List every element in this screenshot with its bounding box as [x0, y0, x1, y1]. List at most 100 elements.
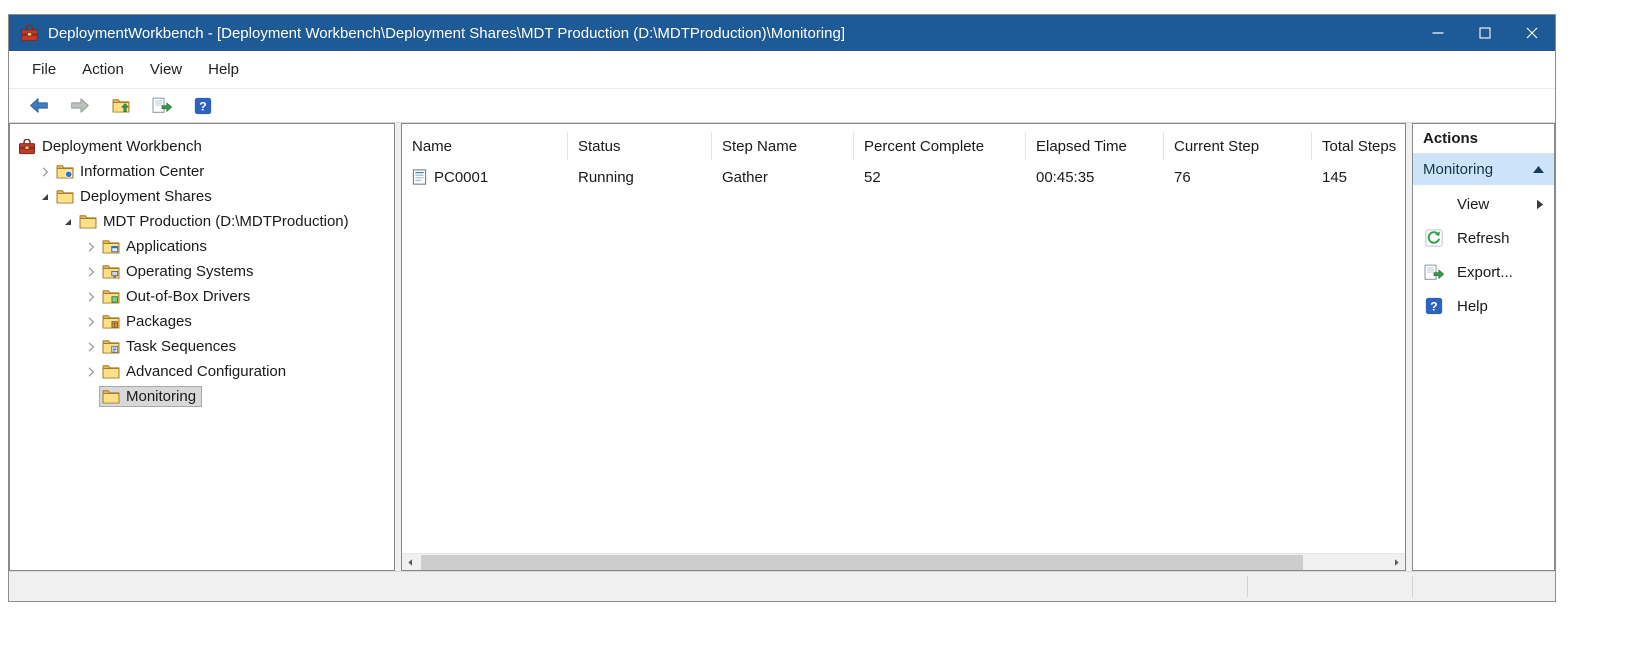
status-bar-separator — [1412, 576, 1413, 597]
cell-value: Running — [578, 169, 634, 186]
scroll-track[interactable] — [419, 554, 1388, 571]
toolbar-help-button[interactable]: ? — [187, 92, 219, 120]
action-export[interactable]: Export... — [1413, 255, 1554, 289]
tree-item-monitoring[interactable]: Monitoring — [10, 384, 394, 409]
action-label: Refresh — [1457, 230, 1546, 247]
tree-item-information-center[interactable]: Information Center — [10, 159, 394, 184]
cell-value: 00:45:35 — [1036, 169, 1094, 186]
toolbar-forward-button[interactable] — [64, 92, 96, 120]
column-header-percent-complete[interactable]: Percent Complete — [854, 132, 1026, 160]
results-pane: NameStatusStep NamePercent CompleteElaps… — [401, 123, 1406, 571]
maximize-button[interactable] — [1461, 15, 1508, 51]
tree-collapsed-chevron-icon[interactable] — [81, 289, 100, 305]
folder-drivers-icon — [102, 289, 123, 305]
column-header-status[interactable]: Status — [568, 132, 712, 160]
column-header-current-step[interactable]: Current Step — [1164, 132, 1312, 160]
folder-info-icon — [56, 164, 77, 180]
tree-node: Task Sequences — [100, 337, 241, 356]
app-icon — [19, 24, 39, 42]
export-icon — [1423, 262, 1445, 282]
scroll-left-button[interactable] — [402, 554, 419, 571]
title-bar[interactable]: DeploymentWorkbench - [Deployment Workbe… — [9, 15, 1555, 51]
tree-item-label: Out-of-Box Drivers — [123, 288, 250, 305]
tree-item-operating-systems[interactable]: Operating Systems — [10, 259, 394, 284]
up-folder-icon — [112, 98, 130, 113]
triangle-right-icon — [1536, 199, 1546, 210]
cell-status: Running — [568, 169, 712, 186]
list-row[interactable]: PC0001RunningGather5200:45:3576145 — [402, 162, 1405, 192]
menu-action[interactable]: Action — [69, 61, 137, 78]
log-document-icon — [412, 169, 427, 185]
actions-pane-title: Actions — [1413, 124, 1554, 154]
console-tree-pane: Deployment WorkbenchInformation Center De… — [9, 123, 395, 571]
action-icon-spacer — [1423, 194, 1445, 214]
cell-current-step: 76 — [1164, 169, 1312, 186]
toolbar-back-button[interactable] — [23, 92, 55, 120]
action-view[interactable]: View — [1413, 187, 1554, 221]
column-header-step-name[interactable]: Step Name — [712, 132, 854, 160]
tree-item-applications[interactable]: Applications — [10, 234, 394, 259]
tree-item-out-of-box-drivers[interactable]: Out-of-Box Drivers — [10, 284, 394, 309]
close-button[interactable] — [1508, 15, 1555, 51]
tree-item-label: Task Sequences — [123, 338, 236, 355]
content-area: Deployment WorkbenchInformation Center De… — [9, 123, 1555, 571]
toolbar-export-list-button[interactable] — [146, 92, 178, 120]
tree-node: Out-of-Box Drivers — [100, 287, 255, 306]
cell-total-steps: 145 — [1312, 169, 1405, 186]
maximize-icon — [1479, 27, 1491, 39]
menu-file[interactable]: File — [19, 61, 69, 78]
close-icon — [1526, 27, 1538, 39]
list-header: NameStatusStep NamePercent CompleteElaps… — [402, 132, 1405, 160]
action-label: View — [1457, 196, 1536, 213]
minimize-button[interactable] — [1414, 15, 1461, 51]
export-icon — [152, 97, 173, 114]
menu-view[interactable]: View — [137, 61, 195, 78]
folder-apps-icon — [102, 239, 123, 255]
tree-collapsed-chevron-icon[interactable] — [81, 314, 100, 330]
tree-collapsed-chevron-icon[interactable] — [35, 164, 54, 180]
scroll-thumb[interactable] — [421, 555, 1303, 570]
tree-item-deployment-workbench[interactable]: Deployment Workbench — [10, 134, 394, 159]
cell-value: Gather — [722, 169, 768, 186]
back-arrow-icon — [29, 97, 49, 114]
status-bar — [9, 571, 1555, 601]
horizontal-scrollbar[interactable] — [402, 553, 1405, 570]
action-help[interactable]: ?Help — [1413, 289, 1554, 323]
tree-item-packages[interactable]: Packages — [10, 309, 394, 334]
tree-item-task-sequences[interactable]: Task Sequences — [10, 334, 394, 359]
menu-help[interactable]: Help — [195, 61, 252, 78]
column-header-elapsed-time[interactable]: Elapsed Time — [1026, 132, 1164, 160]
cell-elapsed-time: 00:45:35 — [1026, 169, 1164, 186]
actions-group-collapse-icon[interactable] — [1533, 166, 1544, 173]
forward-arrow-icon — [70, 97, 90, 114]
tree-expanded-chevron-icon[interactable] — [35, 189, 54, 205]
tree-collapsed-chevron-icon[interactable] — [81, 364, 100, 380]
tree-collapsed-chevron-icon[interactable] — [81, 239, 100, 255]
action-refresh[interactable]: Refresh — [1413, 221, 1554, 255]
tree-item-label: Advanced Configuration — [123, 363, 286, 380]
tree-item-label: MDT Production (D:\MDTProduction) — [100, 213, 349, 230]
actions-group-header-monitoring[interactable]: Monitoring — [1413, 154, 1554, 185]
tree-item-deployment-shares[interactable]: Deployment Shares — [10, 184, 394, 209]
tree-expanded-chevron-icon[interactable] — [58, 214, 77, 230]
svg-text:?: ? — [199, 99, 206, 113]
tree-collapsed-chevron-icon[interactable] — [81, 264, 100, 280]
tree-item-advanced-configuration[interactable]: Advanced Configuration — [10, 359, 394, 384]
tree-item-label: Packages — [123, 313, 192, 330]
tree-node: Operating Systems — [100, 262, 259, 281]
tree-node: Packages — [100, 312, 197, 331]
toolbar-up-one-level-button[interactable] — [105, 92, 137, 120]
action-label: Help — [1457, 298, 1546, 315]
column-header-total-steps[interactable]: Total Steps — [1312, 132, 1406, 160]
folder-os-icon — [102, 264, 123, 280]
tree-item-label: Applications — [123, 238, 207, 255]
tree-item-label: Operating Systems — [123, 263, 254, 280]
column-header-name[interactable]: Name — [402, 132, 568, 160]
tree-item-label: Deployment Shares — [77, 188, 212, 205]
actions-list: View Refresh Export...?Help — [1413, 185, 1554, 323]
scroll-right-button[interactable] — [1388, 554, 1405, 571]
tree-collapsed-chevron-icon[interactable] — [81, 339, 100, 355]
actions-group-label: Monitoring — [1423, 161, 1533, 178]
status-bar-separator — [1247, 576, 1248, 597]
tree-item-mdt-production-d-mdtproduction[interactable]: MDT Production (D:\MDTProduction) — [10, 209, 394, 234]
